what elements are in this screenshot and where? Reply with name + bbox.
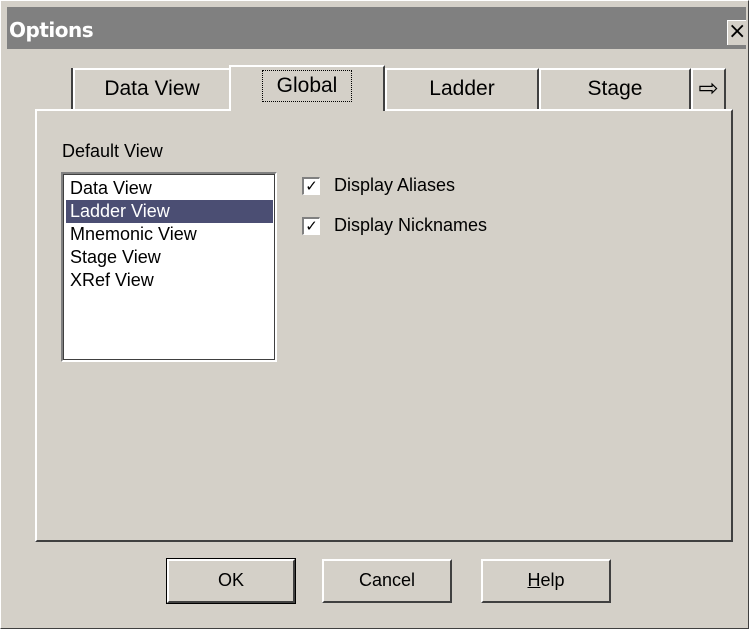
default-view-label: Default View bbox=[62, 141, 163, 161]
tab-label: Stage bbox=[587, 77, 643, 100]
tab-label: Ladder bbox=[429, 77, 495, 100]
tab-ladder[interactable]: Ladder bbox=[385, 68, 539, 110]
tab-partial-hidden[interactable] bbox=[39, 68, 73, 110]
list-item-stage-view[interactable]: Stage View bbox=[66, 246, 273, 269]
default-view-listbox[interactable]: Data View Ladder View Mnemonic View Stag… bbox=[61, 172, 277, 362]
tab-stage[interactable]: Stage bbox=[539, 68, 691, 110]
help-button[interactable]: Help bbox=[481, 559, 611, 603]
tab-label: Global bbox=[261, 70, 353, 102]
list-item-ladder-view[interactable]: Ladder View bbox=[66, 200, 273, 223]
display-nicknames-checkbox[interactable]: ✓ bbox=[302, 217, 320, 235]
cancel-button[interactable]: Cancel bbox=[322, 559, 452, 603]
list-item-xref-view[interactable]: XRef View bbox=[66, 269, 273, 292]
tab-label: Data View bbox=[104, 77, 200, 100]
display-nicknames-label[interactable]: Display Nicknames bbox=[334, 215, 487, 236]
title-bar[interactable]: Options × bbox=[7, 7, 746, 49]
global-tab-panel: Default View Data View Ladder View Mnemo… bbox=[35, 109, 733, 542]
help-mnemonic: H bbox=[527, 570, 541, 590]
list-item-data-view[interactable]: Data View bbox=[66, 177, 273, 200]
options-dialog: Options × Data View Global Ladder Stage … bbox=[0, 0, 749, 629]
tab-data-view[interactable]: Data View bbox=[73, 68, 231, 110]
list-item-mnemonic-view[interactable]: Mnemonic View bbox=[66, 223, 273, 246]
display-aliases-checkbox[interactable]: ✓ bbox=[302, 177, 320, 195]
window-title: Options bbox=[9, 18, 94, 42]
tab-global[interactable]: Global bbox=[229, 65, 385, 111]
display-aliases-label[interactable]: Display Aliases bbox=[334, 175, 455, 196]
help-label-rest: elp bbox=[540, 570, 565, 590]
close-icon[interactable]: × bbox=[727, 20, 746, 45]
tab-scroll-right-icon[interactable]: ⇨ bbox=[691, 68, 726, 110]
ok-button[interactable]: OK bbox=[166, 558, 296, 604]
